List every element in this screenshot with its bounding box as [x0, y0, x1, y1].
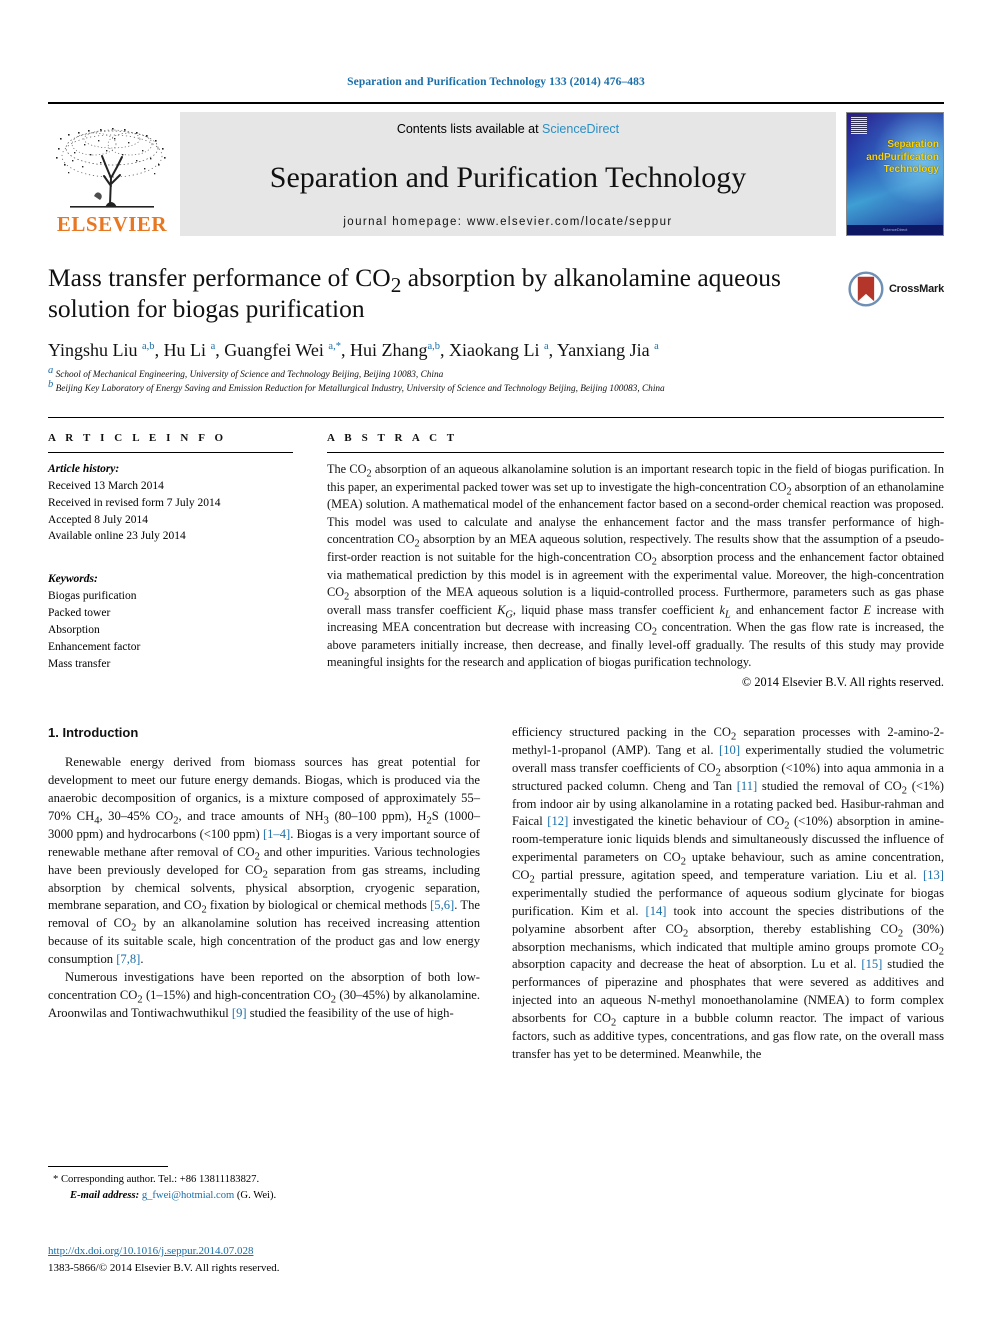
crossmark-badge[interactable]: CrossMark: [848, 264, 944, 314]
cover-title: Separation andPurification Technology: [866, 139, 939, 177]
divider: [48, 452, 293, 454]
article-info-column: A R T I C L E I N F O Article history: R…: [48, 432, 293, 690]
author-affil-marker: a: [543, 341, 549, 353]
affiliation-item: b Beijing Key Laboratory of Energy Savin…: [48, 379, 944, 397]
keyword-item: Mass transfer: [48, 657, 111, 670]
article-history-label: Article history:: [48, 463, 120, 476]
author-affil-marker: a,: [328, 341, 336, 353]
keywords-block: Keywords: Biogas purification Packed tow…: [48, 571, 293, 672]
citation-ref[interactable]: [7,8]: [116, 952, 140, 966]
masthead-center: Contents lists available at ScienceDirec…: [180, 112, 836, 236]
document-footer: http://dx.doi.org/10.1016/j.seppur.2014.…: [48, 1243, 478, 1276]
author-item: Hui Zhanga,b,: [349, 340, 449, 361]
body-column-right: efficiency structured packing in the CO2…: [512, 724, 944, 1064]
affiliation-text: School of Mechanical Engineering, Univer…: [55, 370, 444, 381]
cover-barcode-icon: [851, 116, 867, 134]
asterisk-icon: *: [53, 1174, 59, 1185]
email-label: E-mail address:: [70, 1189, 140, 1201]
paragraph: Renewable energy derived from biomass so…: [48, 755, 481, 967]
abstract-copyright: © 2014 Elsevier B.V. All rights reserved…: [741, 675, 944, 690]
author-affil-marker: a,b: [142, 341, 155, 353]
author-list: Yingshu Liu a,b, Hu Li a, Guangfei Wei a…: [48, 340, 944, 361]
article-history-item: Accepted 8 July 2014: [48, 513, 148, 526]
doi-link[interactable]: http://dx.doi.org/10.1016/j.seppur.2014.…: [48, 1243, 478, 1260]
citation-ref[interactable]: [15]: [861, 957, 882, 971]
info-abstract-block: A R T I C L E I N F O Article history: R…: [48, 417, 944, 690]
citation-ref[interactable]: [5,6]: [430, 898, 454, 912]
affiliation-marker: a: [48, 365, 54, 377]
article-history-item: Available online 23 July 2014: [48, 530, 186, 543]
contents-available-line: Contents lists available at ScienceDirec…: [397, 122, 619, 136]
paragraph: efficiency structured packing in the CO2…: [512, 725, 945, 1061]
author-item: Hu Li a,: [163, 340, 225, 361]
abstract-column: A B S T R A C T The CO2 absorption of an…: [327, 432, 944, 690]
affiliation-item: a School of Mechanical Engineering, Univ…: [48, 365, 944, 383]
author-item: Xiaokang Li a,: [449, 340, 557, 361]
crossmark-icon: [848, 271, 884, 307]
journal-masthead: ELSEVIER Contents lists available at Sci…: [48, 102, 944, 236]
journal-homepage[interactable]: journal homepage: www.elsevier.com/locat…: [343, 216, 672, 228]
author-item: Yanxiang Jia a: [557, 340, 659, 361]
body-columns: 1. Introduction Renewable energy derived…: [48, 724, 944, 1064]
email-note: E-mail address: g_fwei@hotmial.com (G. W…: [48, 1188, 468, 1204]
title-block: Mass transfer performance of CO2 absorpt…: [48, 262, 944, 397]
article-history-item: Received in revised form 7 July 2014: [48, 496, 221, 509]
cover-title-line1: Separation: [887, 139, 939, 150]
citation-ref[interactable]: [9]: [232, 1006, 247, 1020]
paper-page: Separation and Purification Technology 1…: [0, 0, 992, 1323]
cover-title-line2: andPurification: [866, 151, 939, 163]
author-item: Yingshu Liu a,b,: [48, 340, 164, 361]
body-column-left: 1. Introduction Renewable energy derived…: [48, 724, 480, 1064]
affiliation-marker: b: [48, 379, 54, 391]
author-affil-marker: a,b: [427, 341, 440, 353]
keyword-item: Absorption: [48, 623, 100, 636]
affiliation-list: a School of Mechanical Engineering, Univ…: [48, 365, 944, 397]
elsevier-tree-icon: [56, 128, 166, 208]
elsevier-logo: ELSEVIER: [48, 112, 176, 236]
title-part-1: Mass transfer performance of CO: [48, 263, 391, 292]
corresponding-author-text: Corresponding author. Tel.: +86 13811183…: [60, 1174, 260, 1185]
journal-title: Separation and Purification Technology: [269, 160, 747, 194]
author-affil-marker: a: [654, 341, 659, 353]
cover-title-line3: Technology: [883, 164, 939, 175]
keyword-item: Enhancement factor: [48, 640, 141, 653]
author-item: Guangfei Wei a,*,: [224, 340, 350, 361]
keyword-item: Biogas purification: [48, 590, 137, 602]
cover-footer: ScienceDirect: [847, 225, 943, 235]
citation-ref[interactable]: [14]: [646, 904, 667, 918]
page-title: Mass transfer performance of CO2 absorpt…: [48, 262, 838, 324]
article-history-item: Received 13 March 2014: [48, 479, 164, 492]
corresponding-author-marker: *: [335, 341, 341, 353]
affiliation-text: Beijing Key Laboratory of Energy Saving …: [55, 384, 665, 395]
running-head: Separation and Purification Technology 1…: [347, 76, 645, 88]
journal-cover-thumbnail: Separation andPurification Technology Sc…: [846, 112, 944, 236]
email-link[interactable]: g_fwei@hotmial.com: [142, 1190, 234, 1201]
footnote-block: * Corresponding author. Tel.: +86 138111…: [48, 1166, 468, 1204]
citation-ref[interactable]: [10]: [719, 743, 740, 757]
email-suffix: (G. Wei).: [236, 1189, 277, 1201]
title-subscript: 2: [390, 273, 402, 298]
sciencedirect-link[interactable]: ScienceDirect: [542, 122, 619, 136]
keyword-item: Packed tower: [48, 606, 111, 619]
abstract-text: The CO2 absorption of an aqueous alkanol…: [327, 462, 944, 670]
divider: [327, 452, 944, 454]
keywords-label: Keywords:: [48, 573, 98, 586]
issn-copyright-line: 1383-5866/© 2014 Elsevier B.V. All right…: [48, 1261, 280, 1274]
author-affil-marker: a: [210, 341, 216, 353]
citation-ref[interactable]: [12]: [547, 814, 568, 828]
article-info-heading: A R T I C L E I N F O: [48, 432, 227, 445]
abstract-heading: A B S T R A C T: [327, 432, 458, 445]
paragraph: Numerous investigations have been report…: [48, 969, 480, 1020]
section-heading-introduction: 1. Introduction: [48, 725, 139, 741]
citation-ref[interactable]: [1–4]: [263, 827, 290, 841]
citation-ref[interactable]: [13]: [923, 868, 944, 882]
elsevier-wordmark: ELSEVIER: [56, 212, 168, 236]
corresponding-author-note: * Corresponding author. Tel.: +86 138111…: [48, 1172, 468, 1188]
citation-ref[interactable]: [11]: [737, 779, 758, 793]
footnote-divider: [48, 1166, 168, 1167]
contents-prefix: Contents lists available at: [396, 122, 543, 136]
crossmark-label: CrossMark: [888, 283, 944, 295]
